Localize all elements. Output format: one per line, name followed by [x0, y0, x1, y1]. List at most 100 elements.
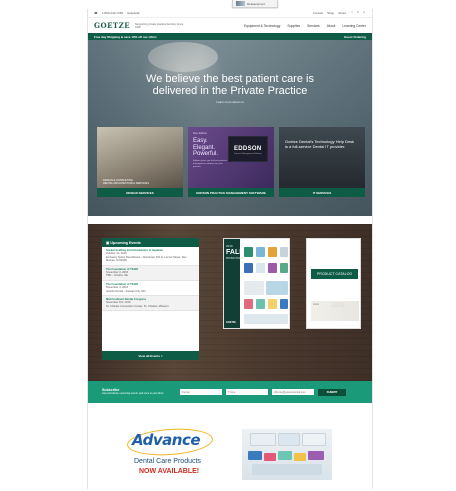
product-image [244, 314, 288, 324]
product-catalog[interactable]: PRODUCT CATALOG since 1925 [306, 238, 361, 329]
product-image [268, 247, 277, 257]
card-eddson-caption: EDDSON PRACTICE MANAGEMENT SOFTWARE [188, 188, 274, 197]
service-cards: DESIGN & CONSULTING DENTAL ARCHITECTURAL… [97, 127, 365, 197]
first-name-field[interactable] [180, 389, 222, 395]
advance-ad-banner[interactable]: Advance Dental Care Products NOW AVAILAB… [125, 426, 333, 484]
social-links: f in yt [350, 11, 366, 15]
nav-learning-center[interactable]: Learning Center [342, 24, 366, 28]
product-image [280, 299, 288, 309]
product-box [278, 451, 292, 460]
linkedin-icon[interactable]: in [356, 11, 360, 15]
eddson-monitor: EDDSON Practice Management Software [228, 136, 268, 162]
ad-line1: Dental Care Products [134, 458, 201, 465]
email-field[interactable] [272, 389, 314, 395]
product-box [264, 453, 276, 461]
eddson-slogan: Easy. Elegant. Powerful. [193, 138, 218, 158]
shop-link[interactable]: Shop [327, 11, 334, 15]
product-image [244, 247, 253, 257]
card-design-text2: DENTAL ARCHITECTURAL SERVICES [103, 182, 149, 185]
website-frame: ☎ 1-800-243-7260 Helpdesk Contact Shop A… [87, 9, 373, 489]
product-box [302, 433, 326, 446]
nav-supplies[interactable]: Supplies [287, 24, 300, 28]
hero-headline: We believe the best patient care is deli… [108, 73, 352, 97]
subscribe-text: Subscribe Get promotions, upcoming event… [102, 388, 176, 396]
events-panel: ▣ Upcoming Events Socket Grafting and In… [102, 238, 199, 360]
event-item[interactable]: The Foundation of TEAM November 3, 2016 … [102, 265, 199, 281]
advance-logo: Advance [132, 431, 201, 449]
product-image [266, 281, 288, 295]
fall-promotions-catalog[interactable]: 2016 FALL PROMOTIONS GOETZE [223, 238, 290, 329]
logo[interactable]: GOETZE DENTAL Supporting private practic… [88, 20, 372, 403]
phone-link[interactable]: 1-800-243-7260 [102, 11, 123, 15]
hero-banner: We believe the best patient care is deli… [88, 40, 372, 216]
event-item[interactable]: Socket Grafting and Introduction to Impl… [102, 247, 199, 266]
facebook-icon[interactable]: f [350, 11, 354, 15]
nav-equipment[interactable]: Equipment & Technology [244, 24, 280, 28]
product-catalog-year: 1925 [331, 303, 345, 309]
event-place: Embassy Suites Des Moines - Downtown 101… [106, 255, 187, 263]
phone-icon: ☎ [94, 11, 98, 15]
product-image [244, 263, 253, 273]
ad-product-image [242, 429, 332, 480]
eddson-slogan-3: Powerful. [193, 151, 219, 157]
product-image [256, 263, 265, 273]
about-link[interactable]: About [338, 11, 346, 15]
thumbnail-popup[interactable]: ReEquipment [232, 0, 278, 8]
event-place: TBD - Omaha, NE [106, 274, 128, 278]
catalog-promotions: PROMOTIONS [226, 257, 244, 260]
events-title: Upcoming Events [110, 240, 141, 245]
since-label: since [313, 303, 320, 306]
event-item[interactable]: Mid-Continent Dental Congress November 8… [102, 296, 199, 312]
product-image [244, 281, 264, 295]
product-image [268, 263, 277, 273]
learn-more-link[interactable]: Learn more about us [88, 100, 372, 104]
card-design-services[interactable]: DESIGN & CONSULTING DENTAL ARCHITECTURAL… [97, 127, 183, 197]
guest-ordering-link[interactable]: Guest Ordering [344, 35, 366, 39]
card-eddson[interactable]: Meet Eddson Easy. Elegant. Powerful. Edd… [188, 127, 274, 197]
hero-headline-line1: We believe the best patient care is [146, 73, 314, 85]
eddson-brand-sub: Practice Management Software [234, 153, 262, 155]
product-image [268, 299, 277, 309]
logo-name: GOETZE [94, 20, 131, 30]
product-image [256, 299, 265, 309]
eddson-brand: EDDSON [234, 146, 262, 152]
nav-services[interactable]: Services [307, 24, 320, 28]
card-it-services[interactable]: Goetze Dental's Technology Help Desk is … [279, 127, 365, 197]
helpdesk-link[interactable]: Helpdesk [127, 11, 140, 15]
catalog-year: 2016 [226, 244, 233, 248]
ad-line2: NOW AVAILABLE! [139, 468, 200, 475]
page: ReEquipment ☎ 1-800-243-7260 Helpdesk Co… [0, 0, 456, 491]
product-box [308, 451, 324, 460]
thumbnail-image [236, 1, 245, 6]
card-design-overlay: DESIGN & CONSULTING DENTAL ARCHITECTURAL… [103, 179, 149, 185]
view-all-events-button[interactable]: View all Events > [102, 351, 199, 360]
card-design-caption: DESIGN SERVICES [97, 188, 183, 197]
events-catalog-section: ▣ Upcoming Events Socket Grafting and In… [88, 224, 372, 381]
product-image [256, 247, 265, 257]
product-box [252, 464, 322, 475]
utility-bar: ☎ 1-800-243-7260 Helpdesk Contact Shop A… [88, 9, 372, 18]
card-design-image: DESIGN & CONSULTING DENTAL ARCHITECTURAL… [97, 127, 183, 188]
submit-button[interactable]: SUBMIT [318, 388, 346, 396]
youtube-icon[interactable]: yt [362, 11, 366, 15]
events-header: ▣ Upcoming Events [102, 238, 199, 247]
logo-tagline: Supporting private practice dentistry si… [135, 22, 184, 29]
contact-link[interactable]: Contact [313, 11, 323, 15]
nav-about[interactable]: About [327, 24, 336, 28]
catalog-brand: GOETZE [226, 321, 236, 324]
main-nav: Equipment & Technology Supplies Services… [244, 24, 366, 28]
site-header: GOETZE DENTAL Supporting private practic… [88, 18, 372, 403]
event-item[interactable]: The Foundation of TEAM November 4, 2016 … [102, 281, 199, 297]
card-eddson-image: Meet Eddson Easy. Elegant. Powerful. Edd… [188, 127, 274, 188]
last-name-field[interactable] [226, 389, 268, 395]
product-image [244, 299, 253, 309]
event-place: St. Charles Convention Center, St. Charl… [106, 304, 169, 308]
product-box [278, 433, 300, 446]
event-place: Goetze Dental - Kansas City, MO [106, 289, 146, 293]
product-image [280, 247, 288, 257]
product-box [250, 433, 276, 446]
promo-text[interactable]: Free day Shipping & save 10% off our off… [94, 35, 157, 39]
catalog-fall: FALL [226, 249, 244, 256]
subscribe-desc: Get promotions, upcoming events, and mor… [102, 392, 164, 395]
eddson-desc: Eddson gives you the best practice manag… [193, 160, 227, 168]
